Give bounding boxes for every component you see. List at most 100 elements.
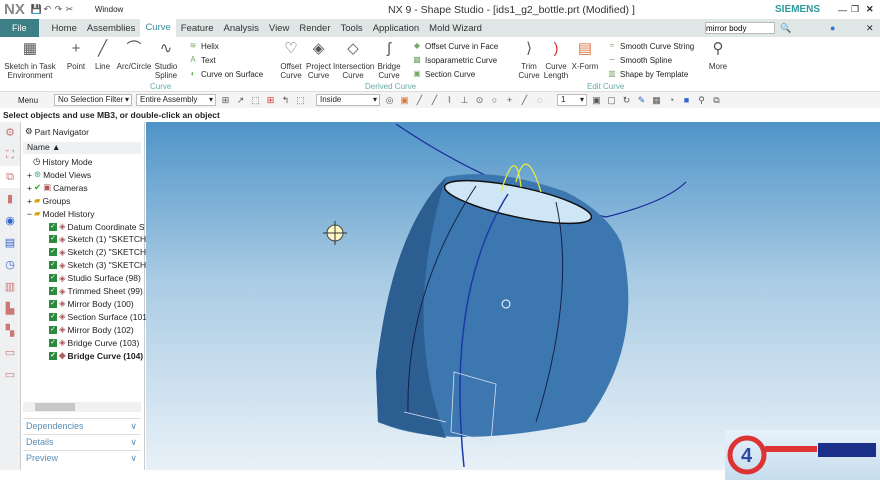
tangent-snap-icon[interactable]: ╱: [429, 95, 440, 106]
checkbox-checked-icon[interactable]: ✓: [49, 325, 57, 334]
close-button[interactable]: ✕: [866, 4, 874, 15]
perpendicular-icon[interactable]: ⊥: [459, 95, 470, 106]
trim-curve-button[interactable]: ⟩ Trim Curve: [518, 39, 540, 80]
assembly-navigator-icon[interactable]: ⚙: [0, 122, 20, 144]
node-model-views[interactable]: + ⊛ Model Views: [27, 169, 91, 180]
name-column-header[interactable]: Name ▲: [23, 142, 141, 154]
history-item[interactable]: ✓ ◈ Sketch (1) "SKETCH_: [49, 234, 151, 245]
deselect-icon[interactable]: ↰: [280, 95, 291, 106]
tab-curve[interactable]: Curve: [140, 19, 176, 37]
preview-panel[interactable]: Preview ∨: [23, 450, 141, 465]
sketch-in-task-button[interactable]: ▦ Sketch in Task Environment: [4, 39, 56, 80]
window-menu[interactable]: Window: [95, 5, 123, 14]
point-on-surface-icon[interactable]: ◌: [534, 95, 545, 106]
offset-curve-in-face-button[interactable]: ◆ Offset Curve in Face: [412, 41, 498, 51]
line-snap-icon[interactable]: ╱: [414, 95, 425, 106]
node-groups[interactable]: + ▰ Groups: [27, 195, 70, 206]
shape-by-template-button[interactable]: ▥ Shape by Template: [607, 69, 688, 79]
history-item[interactable]: ✓ ◈ Bridge Curve (104): [49, 350, 143, 361]
history-item[interactable]: ✓ ◈ Studio Surface (98): [49, 273, 141, 284]
redo-icon[interactable]: ↷: [53, 4, 64, 15]
snap-icon[interactable]: ↗: [235, 95, 246, 106]
studio-spline-button[interactable]: ∿ Studio Spline: [152, 39, 180, 80]
x-form-button[interactable]: ▤ X-Form: [571, 39, 599, 71]
inside-dropdown[interactable]: Inside: [316, 94, 380, 106]
checkbox-checked-icon[interactable]: ✓: [49, 235, 57, 244]
tab-analysis[interactable]: Analysis: [219, 23, 264, 34]
orient-icon[interactable]: ⚲: [696, 95, 707, 106]
quadrant-icon[interactable]: ○: [489, 95, 500, 106]
point-on-curve-icon[interactable]: ╱: [519, 95, 530, 106]
tab-view[interactable]: View: [264, 23, 294, 34]
tab-feature[interactable]: Feature: [176, 23, 219, 34]
help-icon[interactable]: ●: [830, 23, 835, 33]
filter-icon[interactable]: ⊞: [220, 95, 231, 106]
close-part-button[interactable]: ✕: [866, 23, 874, 34]
history-item[interactable]: ✓ ◈ Sketch (3) "SKETCH_: [49, 260, 151, 271]
command-search-input[interactable]: [705, 22, 775, 34]
maximize-button[interactable]: ❐: [851, 4, 859, 15]
history-item[interactable]: ✓ ◈ Trimmed Sheet (99): [49, 286, 143, 297]
tab-render[interactable]: Render: [294, 23, 335, 34]
checkbox-checked-icon[interactable]: ✓: [49, 248, 57, 257]
search-icon[interactable]: 🔍: [780, 23, 791, 34]
fit-icon[interactable]: ▢: [606, 95, 617, 106]
checkbox-checked-icon[interactable]: ✓: [49, 274, 57, 283]
roles-icon[interactable]: ▙: [0, 298, 20, 320]
rotate-icon[interactable]: ↻: [621, 95, 632, 106]
render-style-icon[interactable]: ▦: [651, 95, 662, 106]
project-curve-button[interactable]: ◈ Project Curve: [305, 39, 332, 80]
system-materials-icon[interactable]: ▚: [0, 320, 20, 342]
isoparametric-curve-button[interactable]: ▩ Isoparametric Curve: [412, 55, 497, 65]
history-item[interactable]: ✓ ◈ Section Surface (101: [49, 311, 147, 322]
arc-circle-button[interactable]: ⌒ Arc/Circle: [116, 39, 152, 71]
file-menu[interactable]: File: [0, 19, 39, 37]
history-item[interactable]: ✓ ◈ Sketch (2) "SKETCH_: [49, 247, 151, 258]
node-history-mode[interactable]: ◷ History Mode: [33, 156, 93, 167]
curve-snap-icon[interactable]: ⌇: [444, 95, 455, 106]
assembly-icon[interactable]: ⧉: [711, 95, 722, 106]
bridge-curve-button[interactable]: ʃ Bridge Curve: [375, 39, 403, 80]
smooth-spline-button[interactable]: ∽ Smooth Spline: [607, 55, 672, 65]
offset-curve-button[interactable]: ♡ Offset Curve: [278, 39, 304, 80]
tab-assemblies[interactable]: Assemblies: [82, 23, 141, 34]
box-select-icon[interactable]: ⬚: [295, 95, 306, 106]
clock-icon[interactable]: ◷: [0, 254, 20, 276]
history-item[interactable]: ✓ ◈ Bridge Curve (103): [49, 337, 139, 348]
assembly-scope-dropdown[interactable]: Entire Assembly: [136, 94, 216, 106]
undo-icon[interactable]: ↶: [42, 4, 53, 15]
history-icon[interactable]: ▤: [0, 232, 20, 254]
select-all-icon[interactable]: ⊞: [265, 95, 276, 106]
save-icon[interactable]: 💾: [31, 4, 42, 15]
checkbox-checked-icon[interactable]: ✓: [49, 299, 57, 308]
checkbox-checked-icon[interactable]: ✓: [49, 312, 57, 321]
point-button[interactable]: + Point: [62, 39, 90, 71]
history-item[interactable]: ✓ ◈ Datum Coordinate S: [49, 221, 145, 232]
select-icon[interactable]: ⬚: [250, 95, 261, 106]
checkbox-checked-icon[interactable]: ✓: [49, 261, 57, 270]
dependencies-panel[interactable]: Dependencies ∨: [23, 418, 141, 433]
section-curve-button[interactable]: ▣ Section Curve: [412, 69, 475, 79]
curve-on-surface-button[interactable]: ◐ Curve on Surface: [188, 69, 264, 79]
selection-filter-dropdown[interactable]: No Selection Filter: [54, 94, 132, 106]
layer-dropdown[interactable]: 1: [557, 94, 587, 106]
reuse-library-icon[interactable]: ▮: [0, 188, 20, 210]
end-point-icon[interactable]: ◎: [384, 95, 395, 106]
history-item[interactable]: ✓ ◈ Mirror Body (100): [49, 298, 134, 309]
tab-tools[interactable]: Tools: [336, 23, 368, 34]
tab-mold-wizard[interactable]: Mold Wizard: [424, 23, 487, 34]
graphics-viewport[interactable]: [146, 122, 880, 470]
line-button[interactable]: ╱ Line: [90, 39, 115, 71]
folder-icon[interactable]: ▭: [0, 342, 20, 364]
smooth-curve-string-button[interactable]: ≈ Smooth Curve String: [607, 41, 694, 51]
minimize-button[interactable]: —: [838, 5, 847, 15]
existing-point-icon[interactable]: +: [504, 95, 515, 106]
intersection-curve-button[interactable]: ◇ Intersection Curve: [333, 39, 374, 80]
checkbox-checked-icon[interactable]: ✓: [49, 222, 57, 231]
tab-home[interactable]: Home: [47, 23, 82, 34]
mid-point-icon[interactable]: ▣: [399, 95, 410, 106]
checkbox-checked-icon[interactable]: ✓: [49, 338, 57, 347]
details-panel[interactable]: Details ∨: [23, 434, 141, 449]
history-item[interactable]: ✓ ◈ Mirror Body (102): [49, 324, 134, 335]
web-browser-icon[interactable]: ◉: [0, 210, 20, 232]
